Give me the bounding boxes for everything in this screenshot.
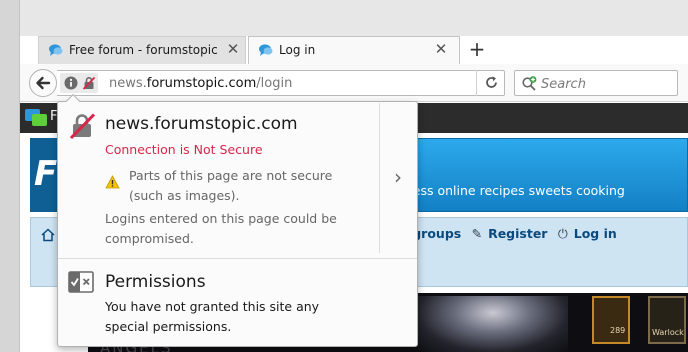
- close-icon[interactable]: ✕: [225, 41, 241, 57]
- forum-logo-icon: [25, 109, 47, 126]
- warning-icon: [105, 175, 120, 189]
- permissions-icon: [68, 271, 94, 293]
- insecure-lock-icon: [69, 113, 96, 139]
- home-icon[interactable]: [41, 228, 55, 242]
- close-icon[interactable]: ✕: [433, 41, 449, 57]
- site-tagline: dress online recipes sweets cooking: [400, 183, 625, 198]
- register-icon: ✎: [471, 226, 483, 241]
- permissions-text: You have not granted this site any speci…: [105, 299, 320, 334]
- banner-item-slot: [592, 296, 630, 344]
- site-identity-button[interactable]: [60, 73, 98, 93]
- forum-chat-bubbles-icon: [258, 43, 274, 57]
- tab-label: Free forum - forumstopic....: [69, 43, 217, 57]
- reload-button[interactable]: [476, 70, 504, 96]
- back-arrow-icon: [36, 76, 51, 90]
- nav-link-log-in[interactable]: Log in: [574, 226, 617, 241]
- tab-label: Log in: [279, 43, 316, 57]
- reload-icon: [486, 76, 497, 88]
- search-engine-icon[interactable]: [521, 75, 538, 92]
- window-left-edge: [0, 0, 20, 352]
- search-bar[interactable]: [514, 70, 678, 96]
- new-tab-button[interactable]: +: [466, 38, 488, 60]
- login-icon: ⏻: [557, 226, 568, 241]
- mixed-content-warning: Parts of this page are not secure (such …: [129, 168, 333, 203]
- forum-chat-bubbles-icon: [48, 43, 64, 57]
- banner-character-image: [418, 296, 568, 352]
- nav-link-register[interactable]: Register: [488, 226, 547, 241]
- banner-slot-label: Warlock: [652, 328, 684, 337]
- logins-warning: Logins entered on this page could be com…: [105, 211, 337, 246]
- back-button[interactable]: [29, 69, 57, 97]
- banner-slot-number: 289: [610, 326, 626, 335]
- popup-divider: [379, 103, 380, 253]
- connection-status: Connection is Not Secure: [105, 142, 263, 157]
- popup-host: news.forumstopic.com: [105, 114, 298, 134]
- popup-divider: [58, 258, 417, 259]
- more-security-info-button[interactable]: ›: [381, 103, 417, 257]
- tab-free-forum[interactable]: Free forum - forumstopic.... ✕: [38, 36, 246, 64]
- info-icon: [64, 76, 78, 90]
- search-input[interactable]: [541, 75, 671, 93]
- url-text[interactable]: news.forumstopic.com/login: [109, 76, 292, 91]
- insecure-lock-icon: [82, 76, 96, 90]
- site-logo[interactable]: F: [30, 138, 60, 212]
- chevron-right-icon: ›: [394, 165, 402, 189]
- tab-log-in[interactable]: Log in ✕: [248, 36, 460, 64]
- permissions-title: Permissions: [105, 272, 206, 292]
- url-host: forumstopic.com: [146, 76, 257, 91]
- titlebar: [0, 0, 688, 36]
